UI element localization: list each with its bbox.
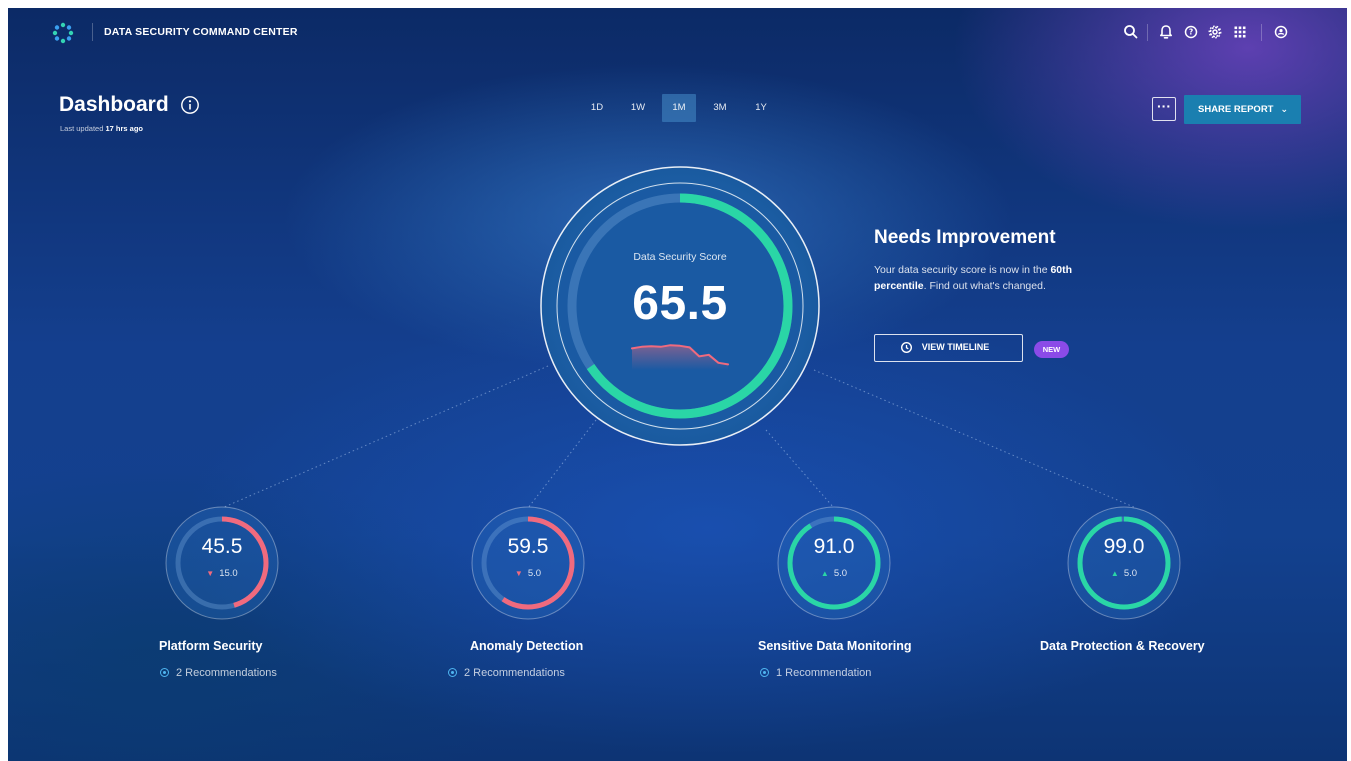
info-icon[interactable] (180, 95, 200, 115)
range-3m[interactable]: 3M (703, 94, 737, 122)
bell-icon[interactable] (1157, 23, 1175, 41)
range-1m[interactable]: 1M (662, 94, 696, 122)
more-button[interactable]: ··· (1152, 97, 1176, 121)
anomaly-detection-recommendations[interactable]: 2 Recommendations (448, 667, 565, 679)
app-window: DATA SECURITY COMMAND CENTER ? Dashboard… (8, 8, 1347, 761)
last-updated: Last updated 17 hrs ago (60, 124, 143, 133)
score-trend-sparkline (631, 344, 729, 370)
data-protection-gauge[interactable] (1066, 505, 1182, 621)
clock-icon (900, 341, 913, 354)
help-icon[interactable]: ? (1182, 23, 1200, 41)
trend-up-icon: ▲ (820, 569, 829, 578)
divider (1261, 24, 1262, 41)
view-timeline-button[interactable]: VIEW TIMELINE (874, 334, 1023, 362)
more-icon: ··· (1157, 98, 1171, 114)
status-description: Your data security score is now in the 6… (874, 264, 1073, 292)
anomaly-detection-delta: ▼ 5.0 (514, 568, 542, 579)
range-1y[interactable]: 1Y (744, 94, 778, 122)
view-timeline-label: VIEW TIMELINE (921, 342, 990, 352)
anomaly-detection-gauge[interactable] (470, 505, 586, 621)
sensitive-data-monitoring-recommendations[interactable]: 1 Recommendation (760, 667, 871, 679)
sensitive-data-monitoring-value: 91.0 (813, 535, 855, 558)
range-1d[interactable]: 1D (580, 94, 614, 122)
data-protection-title[interactable]: Data Protection & Recovery (1040, 639, 1205, 653)
platform-security-value: 45.5 (201, 535, 243, 558)
account-icon[interactable] (1272, 23, 1290, 41)
recommendation-icon (448, 668, 457, 677)
anomaly-detection-value: 59.5 (507, 535, 549, 558)
platform-security-title[interactable]: Platform Security (159, 639, 263, 653)
share-report-button[interactable]: SHARE REPORT ⌄ (1184, 95, 1301, 124)
search-icon[interactable] (1122, 23, 1140, 41)
divider (1147, 24, 1148, 41)
top-bar: DATA SECURITY COMMAND CENTER ? (8, 8, 1347, 56)
new-badge: NEW (1034, 341, 1069, 358)
time-range-selector: 1D 1W 1M 3M 1Y (580, 94, 778, 122)
app-title: DATA SECURITY COMMAND CENTER (104, 26, 298, 38)
platform-security-delta: ▼ 15.0 (206, 568, 238, 579)
sensitive-data-monitoring-title[interactable]: Sensitive Data Monitoring (758, 639, 912, 653)
recommendation-icon (160, 668, 169, 677)
score-label: Data Security Score (633, 251, 727, 263)
gauge-outer-ring (1067, 506, 1181, 620)
anomaly-detection-title[interactable]: Anomaly Detection (470, 639, 583, 653)
apps-grid-icon[interactable] (1231, 23, 1249, 41)
trend-up-icon: ▲ (1110, 569, 1119, 578)
platform-security-recommendations[interactable]: 2 Recommendations (160, 667, 277, 679)
page-title: Dashboard (59, 93, 169, 116)
range-1w[interactable]: 1W (621, 94, 655, 122)
score-value: 65.5 (632, 277, 728, 330)
status-title: Needs Improvement (874, 227, 1056, 248)
svg-text:?: ? (1189, 28, 1193, 37)
gauge-outer-ring (777, 506, 891, 620)
data-protection-delta: ▲ 5.0 (1110, 568, 1138, 579)
recommendation-icon (760, 668, 769, 677)
chevron-down-icon: ⌄ (1280, 104, 1288, 114)
trend-down-icon: ▼ (206, 569, 215, 578)
gear-icon[interactable] (1206, 23, 1224, 41)
logo-icon[interactable] (52, 22, 74, 44)
share-report-label: SHARE REPORT (1198, 104, 1274, 115)
data-protection-value: 99.0 (1103, 535, 1145, 558)
platform-security-gauge[interactable] (164, 505, 280, 621)
sensitive-data-monitoring-delta: ▲ 5.0 (820, 568, 848, 579)
trend-down-icon: ▼ (514, 569, 523, 578)
sensitive-data-monitoring-gauge[interactable] (776, 505, 892, 621)
gauge-outer-ring (165, 506, 279, 620)
gauge-outer-ring (471, 506, 585, 620)
divider (92, 23, 93, 41)
